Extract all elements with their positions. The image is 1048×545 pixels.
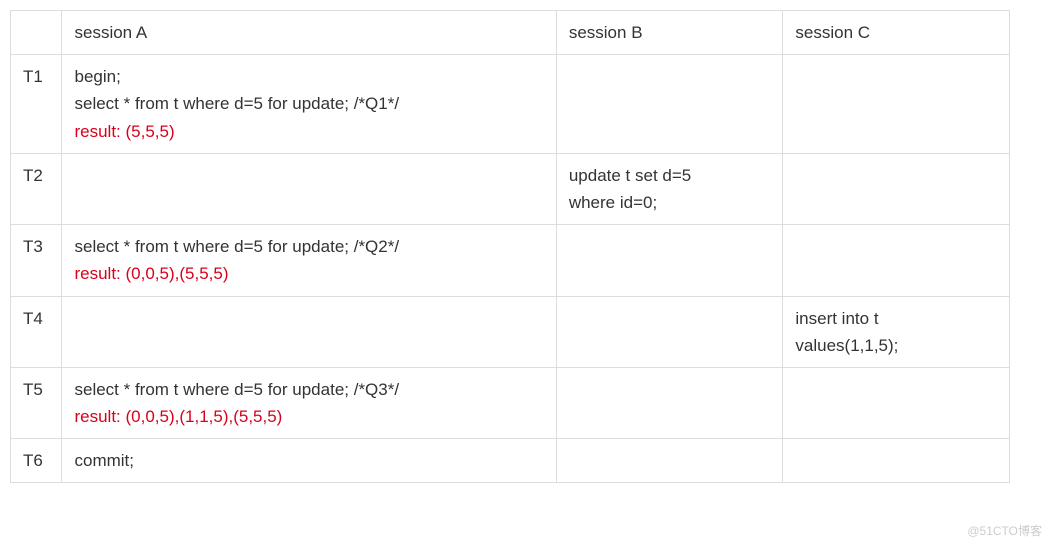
session-c-cell [783,439,1010,483]
table-row: T2 update t set d=5 where id=0; [11,153,1010,224]
table-header-row: session A session B session C [11,11,1010,55]
time-cell: T2 [11,153,62,224]
session-a-cell: select * from t where d=5 for update; /*… [62,225,556,296]
session-b-cell [556,367,783,438]
sql-statement: values(1,1,5); [795,332,997,359]
session-b-cell [556,296,783,367]
time-cell: T5 [11,367,62,438]
sql-statement: update t set d=5 [569,162,771,189]
session-c-cell [783,225,1010,296]
header-session-a: session A [62,11,556,55]
session-c-cell [783,55,1010,154]
header-session-b: session B [556,11,783,55]
time-cell: T4 [11,296,62,367]
session-c-cell [783,367,1010,438]
table-row: T5 select * from t where d=5 for update;… [11,367,1010,438]
watermark: @51CTO博客 [967,522,1042,539]
session-a-cell [62,153,556,224]
sql-result: result: (5,5,5) [74,118,543,145]
header-time [11,11,62,55]
table-row: T6 commit; [11,439,1010,483]
sql-session-table: session A session B session C T1 begin; … [10,10,1010,483]
sql-statement: where id=0; [569,189,771,216]
sql-result: result: (0,0,5),(5,5,5) [74,260,543,287]
session-a-cell: commit; [62,439,556,483]
time-cell: T1 [11,55,62,154]
sql-statement: select * from t where d=5 for update; /*… [74,376,543,403]
session-b-cell [556,439,783,483]
session-b-cell: update t set d=5 where id=0; [556,153,783,224]
session-b-cell [556,225,783,296]
session-a-cell: begin; select * from t where d=5 for upd… [62,55,556,154]
header-session-c: session C [783,11,1010,55]
sql-statement: select * from t where d=5 for update; /*… [74,90,543,117]
session-a-cell [62,296,556,367]
table-row: T1 begin; select * from t where d=5 for … [11,55,1010,154]
table-row: T4 insert into t values(1,1,5); [11,296,1010,367]
time-cell: T6 [11,439,62,483]
sql-statement: begin; [74,63,543,90]
sql-statement: insert into t [795,305,997,332]
session-c-cell [783,153,1010,224]
time-cell: T3 [11,225,62,296]
sql-statement: select * from t where d=5 for update; /*… [74,233,543,260]
session-b-cell [556,55,783,154]
sql-result: result: (0,0,5),(1,1,5),(5,5,5) [74,403,543,430]
session-c-cell: insert into t values(1,1,5); [783,296,1010,367]
session-a-cell: select * from t where d=5 for update; /*… [62,367,556,438]
sql-statement: commit; [74,447,543,474]
table-row: T3 select * from t where d=5 for update;… [11,225,1010,296]
